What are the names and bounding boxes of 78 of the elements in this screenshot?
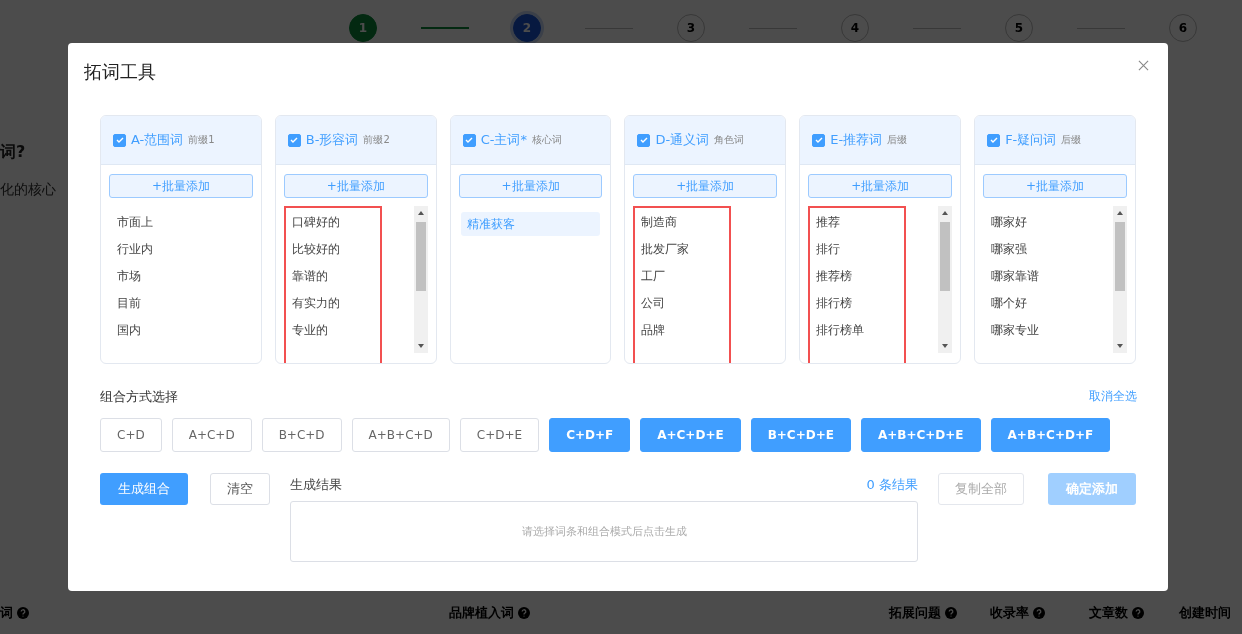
description-text: 化的核心: [0, 181, 56, 199]
clear-button[interactable]: 清空: [210, 473, 270, 505]
up-triangle-icon[interactable]: [416, 209, 425, 217]
column-tag: 核心词: [531, 133, 562, 147]
word-item[interactable]: 排行: [810, 239, 905, 259]
close-icon[interactable]: [1138, 59, 1149, 71]
checkbox[interactable]: [812, 133, 826, 147]
word-item[interactable]: 推荐: [810, 212, 905, 232]
checkbox[interactable]: [987, 133, 1001, 147]
check-icon: [639, 135, 649, 145]
word-item[interactable]: 排行榜单: [810, 320, 905, 340]
section-heading: 词?: [0, 142, 26, 163]
column-tag: 后缀: [887, 133, 908, 147]
word-item[interactable]: 市面上: [111, 212, 251, 232]
column-title: E-推荐词: [830, 131, 883, 149]
word-item[interactable]: 哪家好: [985, 212, 1107, 232]
word-item[interactable]: 行业内: [111, 239, 251, 259]
combination-button[interactable]: C+D+E: [459, 418, 540, 452]
column-title: D-通义词: [655, 131, 710, 149]
column-title: A-范围词: [131, 131, 184, 149]
word-item[interactable]: 哪家靠谱: [985, 266, 1107, 286]
column-title: B-形容词: [305, 131, 359, 149]
checkbox[interactable]: [287, 133, 301, 147]
result-label: 生成结果: [290, 476, 342, 494]
word-item[interactable]: 哪家专业: [985, 320, 1107, 340]
section-label: 组合方式选择: [100, 388, 178, 406]
dialog-title: 拓词工具: [84, 60, 156, 84]
column-header: 拓展问题: [889, 604, 941, 622]
combination-button[interactable]: B+C+D: [261, 418, 342, 452]
word-item[interactable]: 比较好的: [285, 239, 380, 259]
checkbox[interactable]: [637, 133, 651, 147]
down-triangle-icon[interactable]: [1115, 342, 1124, 350]
check-icon: [988, 135, 999, 145]
column-title: C-主词*: [480, 131, 527, 149]
word-item[interactable]: 排行榜: [810, 293, 905, 313]
checkbox[interactable]: [462, 133, 476, 147]
column-header: 收录率: [990, 604, 1029, 622]
combination-button[interactable]: A+B+C+D: [351, 418, 450, 452]
column-title: F-疑问词: [1005, 131, 1057, 149]
word-item[interactable]: 市场: [111, 266, 251, 286]
column-tag: 角色词: [714, 133, 745, 147]
combination-button[interactable]: C+D: [100, 418, 162, 452]
word-item[interactable]: 品牌: [635, 320, 730, 340]
word-item[interactable]: 有实力的: [285, 293, 380, 313]
word-item[interactable]: 哪家强: [985, 239, 1107, 259]
word-item[interactable]: 工厂: [635, 266, 730, 286]
result-count: 0 条结果: [866, 476, 918, 494]
scrollbar[interactable]: [413, 206, 428, 353]
down-triangle-icon[interactable]: [416, 342, 425, 350]
word-item[interactable]: 国内: [111, 320, 251, 340]
up-triangle-icon[interactable]: [1115, 209, 1124, 217]
check-icon: [464, 135, 475, 145]
column-header: 品牌植入词: [449, 604, 514, 622]
word-item[interactable]: 批发厂家: [635, 239, 730, 259]
word-item[interactable]: 口碑好的: [285, 212, 380, 232]
word-item[interactable]: 靠谱的: [285, 266, 380, 286]
empty-hint: 请选择词条和组合模式后点击生成: [521, 524, 687, 539]
word-item[interactable]: 目前: [111, 293, 251, 313]
word-item[interactable]: 推荐榜: [810, 266, 905, 286]
up-triangle-icon[interactable]: [941, 209, 950, 217]
scrollbar[interactable]: [938, 206, 953, 353]
column-tag: 前缀1: [188, 133, 215, 147]
check-icon: [114, 135, 125, 145]
check-icon: [813, 135, 824, 145]
column-header: 词: [0, 604, 13, 622]
column-tag: 后缀: [1061, 133, 1082, 147]
down-triangle-icon[interactable]: [941, 342, 950, 350]
combination-button[interactable]: A+C+D: [171, 418, 252, 452]
check-icon: [289, 135, 300, 145]
column-header: 文章数: [1089, 604, 1128, 622]
word-item[interactable]: 专业的: [285, 320, 380, 340]
column-header: 创建时间: [1179, 604, 1231, 622]
word-item[interactable]: 公司: [635, 293, 730, 313]
scrollbar[interactable]: [1112, 206, 1127, 353]
column-tag: 前缀2: [363, 133, 390, 147]
word-item[interactable]: 制造商: [635, 212, 730, 232]
checkbox[interactable]: [113, 133, 126, 147]
word-item[interactable]: 哪个好: [985, 293, 1107, 313]
